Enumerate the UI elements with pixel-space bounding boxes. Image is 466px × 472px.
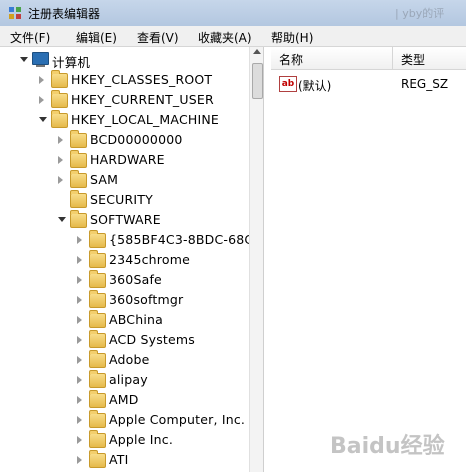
tree-label: AMD: [109, 392, 139, 407]
tree-label: 计算机: [52, 55, 91, 70]
folder-icon: [89, 450, 106, 468]
scroll-up-arrow-icon[interactable]: [253, 49, 261, 54]
expand-arrow-icon[interactable]: [77, 256, 82, 264]
expand-arrow-icon[interactable]: [77, 296, 82, 304]
registry-tree[interactable]: 计算机 HKEY_CLASSES_ROOT HKEY_CURRENT_USER …: [0, 47, 264, 472]
folder-open-icon: [51, 110, 68, 128]
menu-bar: 文件(F) 编辑(E) 查看(V) 收藏夹(A) 帮助(H): [0, 26, 466, 47]
folder-icon: [70, 190, 87, 208]
expand-arrow-icon[interactable]: [20, 57, 28, 62]
tree-label: Apple Inc.: [109, 432, 174, 447]
folder-icon: [89, 430, 106, 448]
expand-arrow-icon[interactable]: [39, 76, 44, 84]
expand-arrow-icon[interactable]: [77, 336, 82, 344]
expand-arrow-icon[interactable]: [39, 96, 44, 104]
tree-label: HKEY_LOCAL_MACHINE: [71, 112, 220, 127]
string-value-icon: ab: [279, 76, 297, 92]
expand-arrow-icon[interactable]: [77, 436, 82, 444]
folder-icon: [89, 350, 106, 368]
tree-label: ABChina: [109, 312, 164, 327]
expand-arrow-icon[interactable]: [58, 136, 63, 144]
tree-label: {585BF4C3-8BDC-68CC-4: [109, 232, 264, 247]
folder-icon: [89, 290, 106, 308]
folder-icon: [89, 330, 106, 348]
collapse-arrow-icon[interactable]: [39, 117, 47, 122]
expand-arrow-icon[interactable]: [77, 236, 82, 244]
menu-file[interactable]: 文件(F): [10, 29, 50, 46]
tree-label: 360Safe: [109, 272, 162, 287]
value-row[interactable]: ab (默认) REG_SZ: [271, 75, 466, 95]
title-bar: 注册表编辑器 | yby的评: [0, 0, 466, 27]
tree-label: SOFTWARE: [90, 212, 161, 227]
folder-icon: [51, 90, 68, 108]
tree-label: HARDWARE: [90, 152, 165, 167]
folder-icon: [89, 390, 106, 408]
tree-label: HKEY_CURRENT_USER: [71, 92, 214, 107]
expand-arrow-icon[interactable]: [77, 456, 82, 464]
column-type-header[interactable]: 类型: [401, 51, 425, 68]
expand-arrow-icon[interactable]: [77, 356, 82, 364]
tree-label: 360softmgr: [109, 292, 184, 307]
tree-label: SECURITY: [90, 192, 153, 207]
tree-scrollbar[interactable]: [249, 47, 263, 472]
folder-icon: [51, 70, 68, 88]
tree-label: HKEY_CLASSES_ROOT: [71, 72, 213, 87]
tree-label: ACD Systems: [109, 332, 195, 347]
folder-icon: [89, 230, 106, 248]
tree-label: BCD00000000: [90, 132, 183, 147]
tree-label: 2345chrome: [109, 252, 190, 267]
value-name: (默认): [298, 79, 332, 93]
menu-edit[interactable]: 编辑(E): [76, 29, 117, 46]
expand-arrow-icon[interactable]: [77, 396, 82, 404]
menu-help[interactable]: 帮助(H): [271, 29, 313, 46]
window-title: 注册表编辑器: [28, 7, 101, 21]
value-type: REG_SZ: [401, 77, 449, 91]
folder-icon: [89, 250, 106, 268]
folder-open-icon: [70, 210, 87, 228]
expand-arrow-icon[interactable]: [58, 176, 63, 184]
tree-label: alipay: [109, 372, 148, 387]
menu-favorites[interactable]: 收藏夹(A): [198, 29, 252, 46]
folder-icon: [89, 410, 106, 428]
computer-icon: [32, 52, 49, 67]
expand-arrow-icon[interactable]: [77, 376, 82, 384]
expand-arrow-icon[interactable]: [58, 156, 63, 164]
folder-icon: [89, 310, 106, 328]
collapse-arrow-icon[interactable]: [58, 217, 66, 222]
folder-icon: [70, 150, 87, 168]
tree-label: Apple Computer, Inc.: [109, 412, 246, 427]
scroll-thumb[interactable]: [252, 63, 263, 99]
expand-arrow-icon[interactable]: [77, 276, 82, 284]
expand-arrow-icon[interactable]: [77, 416, 82, 424]
folder-icon: [89, 370, 106, 388]
expand-arrow-icon[interactable]: [77, 316, 82, 324]
menu-view[interactable]: 查看(V): [137, 29, 179, 46]
column-name-header[interactable]: 名称: [279, 51, 303, 68]
column-divider[interactable]: [392, 47, 393, 69]
watermark: Baidu经验: [330, 434, 445, 459]
background-window-text: | yby的评: [395, 7, 445, 20]
folder-icon: [70, 170, 87, 188]
tree-label: ATI: [109, 452, 129, 467]
values-pane[interactable]: 名称 类型 ab (默认) REG_SZ: [271, 47, 466, 472]
tree-label: SAM: [90, 172, 119, 187]
folder-icon: [70, 130, 87, 148]
column-header: 名称 类型: [271, 47, 466, 70]
folder-icon: [89, 270, 106, 288]
registry-icon: [9, 7, 21, 19]
tree-label: Adobe: [109, 352, 150, 367]
